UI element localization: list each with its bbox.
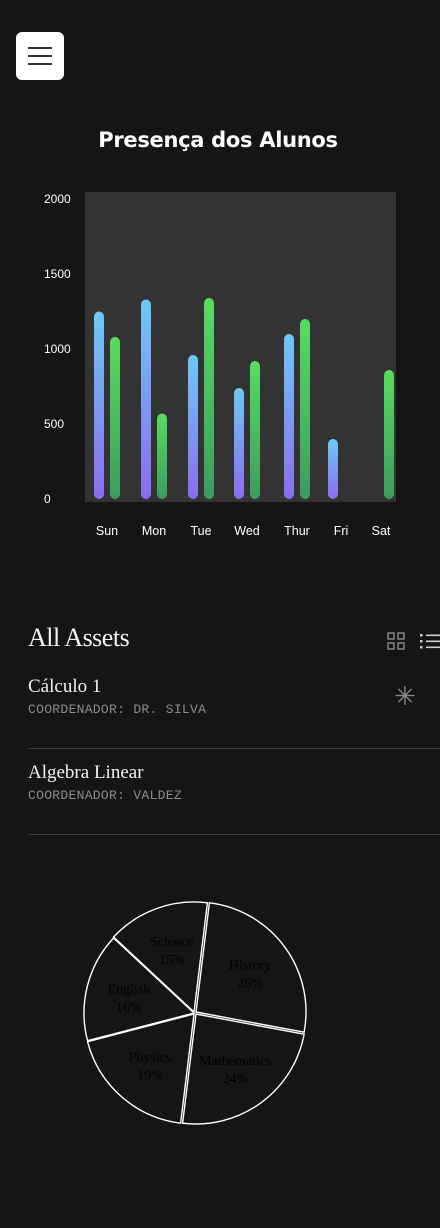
x-tick-label: Fri: [334, 524, 349, 538]
pie-label: English: [107, 982, 150, 997]
bar-mon-s2: [157, 413, 167, 499]
x-tick-label: Mon: [142, 524, 166, 538]
pie-label: History: [229, 959, 271, 974]
hamburger-icon: [28, 47, 52, 49]
pie-value-label: 16%: [116, 1000, 142, 1015]
menu-button[interactable]: [16, 32, 64, 80]
asset-coordinator: COORDENADOR: VALDEZ: [28, 788, 182, 803]
y-tick-label: 1000: [44, 342, 71, 356]
pie-label: Physics: [129, 1050, 172, 1065]
x-tick-label: Tue: [190, 524, 211, 538]
y-tick-label: 2000: [44, 192, 71, 206]
pie-label: Mathematics: [199, 1054, 271, 1069]
bar-thur-s2: [300, 319, 310, 499]
bar-wed-s2: [250, 361, 260, 499]
y-tick-label: 0: [44, 492, 51, 506]
pie-value-label: 15%: [159, 953, 185, 968]
pie-value-label: 19%: [137, 1068, 163, 1083]
bar-mon-s1: [141, 299, 151, 499]
bar-thur-s1: [284, 334, 294, 499]
bar-sat-s2: [384, 370, 394, 499]
asset-name: Algebra Linear: [28, 762, 144, 783]
bar-tue-s1: [188, 355, 198, 499]
y-tick-label: 1500: [44, 267, 71, 281]
grid-icon[interactable]: [387, 632, 405, 650]
x-tick-label: Sat: [372, 524, 391, 538]
asset-item-calculo[interactable]: Cálculo 1 COORDENADOR: DR. SILVA ✳: [28, 662, 440, 749]
pie-value-label: 24%: [222, 1072, 248, 1087]
pie-label: Science: [150, 935, 194, 950]
pie-value-label: 26%: [237, 977, 263, 992]
attendance-bar-chart: 0 500 1000 1500 2000 Sun Mon Tue Wed Thur Fri Sat: [44, 192, 396, 538]
asset-name: Cálculo 1: [28, 676, 102, 697]
x-tick-label: Wed: [234, 524, 260, 538]
bar-sun-s2: [110, 337, 120, 499]
bar-wed-s1: [234, 388, 244, 499]
asset-coordinator: COORDENADOR: DR. SILVA: [28, 702, 207, 717]
x-tick-label: Sun: [96, 524, 118, 538]
asset-item-algebra[interactable]: Algebra Linear COORDENADOR: VALDEZ: [28, 748, 440, 835]
y-tick-label: 500: [44, 417, 64, 431]
assets-title: All Assets: [28, 623, 130, 652]
bar-sun-s1: [94, 311, 104, 499]
asterisk-icon[interactable]: ✳: [394, 682, 416, 712]
page-title: Presença dos Alunos: [98, 128, 338, 152]
bar-fri-s1: [328, 439, 338, 499]
subjects-pie-chart: History 26% Mathematics 24% Physics 19% Englis…: [83, 901, 307, 1125]
x-tick-label: Thur: [284, 524, 310, 538]
bar-tue-s2: [204, 298, 214, 499]
list-icon[interactable]: [419, 632, 440, 650]
